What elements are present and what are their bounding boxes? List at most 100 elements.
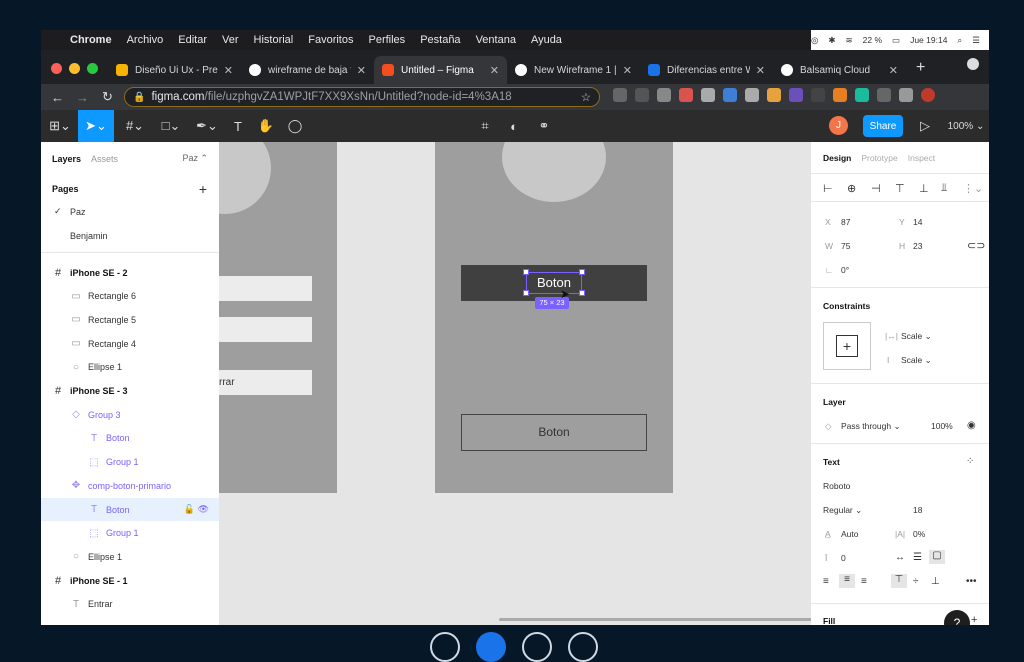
menu-historial[interactable]: Historial	[254, 34, 294, 46]
canvas-rect[interactable]	[219, 317, 312, 342]
x-field[interactable]: 87	[841, 217, 850, 227]
lock-visibility-icons[interactable]: 🔓 👁	[184, 504, 209, 515]
dock-button[interactable]	[430, 632, 460, 662]
opacity-field[interactable]: 100%	[931, 421, 953, 431]
extension-icon[interactable]	[723, 88, 737, 102]
hand-tool-icon[interactable]: ✋	[255, 110, 277, 142]
spotlight-icon[interactable]: ⌕	[957, 35, 962, 46]
menu-perfiles[interactable]: Perfiles	[369, 34, 406, 46]
close-tab-icon[interactable]: ✕	[623, 64, 632, 77]
fixed-size-icon[interactable]: ▢	[929, 550, 945, 564]
page-item-benjamin[interactable]: Benjamin	[41, 224, 219, 247]
dock-button[interactable]	[568, 632, 598, 662]
frame-tool-icon[interactable]: #⌄	[119, 110, 151, 142]
layer-item[interactable]: ○ Ellipse 1	[41, 356, 219, 379]
control-center-icon[interactable]: ☰	[972, 35, 980, 46]
share-button[interactable]: Share	[863, 115, 903, 137]
auto-width-icon[interactable]: ↔	[895, 552, 905, 563]
menu-ayuda[interactable]: Ayuda	[531, 34, 562, 46]
comment-tool-icon[interactable]: ◯	[284, 110, 306, 142]
menu-pestana[interactable]: Pestaña	[420, 34, 460, 46]
line-height-field[interactable]: Auto	[841, 529, 859, 539]
h-field[interactable]: 23	[913, 241, 922, 251]
secondary-boton[interactable]: Boton	[461, 414, 647, 451]
align-text-bottom-icon[interactable]: ⊥	[931, 576, 940, 587]
help-button[interactable]: ?	[944, 610, 970, 625]
w-field[interactable]: 75	[841, 241, 850, 251]
clock[interactable]: Jue 19:14	[910, 35, 947, 45]
vertical-constraint-select[interactable]: Scale ⌄	[901, 355, 932, 366]
tab-layers[interactable]: Layers	[52, 154, 81, 164]
extension-icon[interactable]	[855, 88, 869, 102]
layer-item[interactable]: T Boton 🔓 👁	[41, 498, 219, 521]
link-icon[interactable]: ⚭	[533, 110, 555, 142]
extension-icon[interactable]	[833, 88, 847, 102]
layer-item[interactable]: ▭ Rectangle 5	[41, 308, 219, 331]
layer-item[interactable]: ○ Ellipse 1	[41, 545, 219, 568]
pen-tool-icon[interactable]: ✒⌄	[191, 110, 223, 142]
align-center-icon[interactable]: ⊕	[847, 182, 856, 195]
dock-button[interactable]	[522, 632, 552, 662]
figma-canvas[interactable]: rrar Boton 75 × 23 ➤ Boton	[219, 142, 811, 625]
close-tab-icon[interactable]: ✕	[357, 64, 366, 77]
layer-item[interactable]: ◇ Group 3	[41, 403, 219, 426]
battery-icon[interactable]: ▭	[892, 35, 900, 46]
tab-search-icon[interactable]	[967, 58, 979, 70]
wifi-icon[interactable]: ≋	[846, 35, 853, 46]
align-text-top-icon[interactable]: ⊤	[891, 574, 907, 588]
font-size-field[interactable]: 18	[913, 505, 922, 515]
menu-archivo[interactable]: Archivo	[127, 34, 164, 46]
tab-new-wireframe[interactable]: New Wireframe 1 | N✕	[507, 56, 640, 84]
layer-item[interactable]: # iPhone SE - 1	[41, 569, 219, 592]
minimize-window-icon[interactable]	[69, 63, 80, 74]
constraint-widget[interactable]: +	[823, 322, 871, 370]
dock-button[interactable]	[476, 632, 506, 662]
extension-icon[interactable]	[679, 88, 693, 102]
extension-icon[interactable]	[789, 88, 803, 102]
close-tab-icon[interactable]: ✕	[490, 64, 499, 77]
distribute-icon[interactable]: ⋮⌄	[963, 182, 983, 195]
font-family-select[interactable]: Roboto	[823, 481, 850, 491]
close-window-icon[interactable]	[51, 63, 62, 74]
constrain-proportions-icon[interactable]: ⊂⊃	[967, 239, 985, 252]
add-fill-icon[interactable]: +	[971, 614, 977, 625]
close-tab-icon[interactable]: ✕	[889, 64, 898, 77]
close-tab-icon[interactable]: ✕	[224, 64, 233, 77]
menu-favoritos[interactable]: Favoritos	[308, 34, 353, 46]
resize-handle[interactable]	[579, 269, 585, 275]
font-weight-select[interactable]: Regular ⌄	[823, 505, 862, 516]
blend-mode-select[interactable]: Pass through ⌄	[841, 421, 901, 432]
figma-menu-icon[interactable]: ⊞⌄	[45, 110, 75, 142]
back-icon[interactable]: ←	[45, 90, 70, 105]
resize-handle[interactable]	[523, 290, 529, 296]
mask-icon[interactable]: ◐	[503, 110, 525, 142]
resize-handle[interactable]	[523, 269, 529, 275]
tab-diferencias[interactable]: Diferencias entre W ✕	[640, 56, 773, 84]
move-tool-icon[interactable]: ➤⌄	[78, 110, 114, 142]
more-text-options-icon[interactable]: •••	[966, 576, 977, 587]
menu-ver[interactable]: Ver	[222, 34, 239, 46]
layer-item[interactable]: ⬚ Group 1	[41, 522, 219, 545]
extension-icon[interactable]	[767, 88, 781, 102]
paragraph-spacing-field[interactable]: 0	[841, 553, 846, 563]
text-styles-icon[interactable]: ⁘	[966, 456, 974, 467]
align-top-icon[interactable]: ⊤	[895, 182, 905, 195]
extension-icon[interactable]	[745, 88, 759, 102]
horizontal-scrollbar[interactable]	[499, 618, 811, 621]
selected-boton-text[interactable]: Boton	[526, 272, 582, 294]
tab-figma[interactable]: Untitled – Figma ✕	[374, 56, 507, 84]
menu-app-name[interactable]: Chrome	[70, 34, 112, 46]
entrar-button[interactable]: rrar	[219, 370, 312, 395]
align-bottom-icon[interactable]: ⫫	[941, 182, 947, 195]
bluetooth-icon[interactable]: ✱	[828, 35, 835, 46]
extension-icon[interactable]	[613, 88, 627, 102]
layer-item[interactable]: ▭ Rectangle 4	[41, 332, 219, 355]
extension-icon[interactable]	[657, 88, 671, 102]
layer-item[interactable]: # iPhone SE - 3	[41, 380, 219, 403]
canvas-rect[interactable]	[219, 276, 312, 301]
page-dropdown[interactable]: Paz ⌃	[182, 153, 208, 164]
shape-tool-icon[interactable]: □⌄	[155, 110, 187, 142]
battery-percent[interactable]: 22 %	[863, 35, 882, 45]
close-tab-icon[interactable]: ✕	[756, 64, 765, 77]
menu-ventana[interactable]: Ventana	[476, 34, 516, 46]
